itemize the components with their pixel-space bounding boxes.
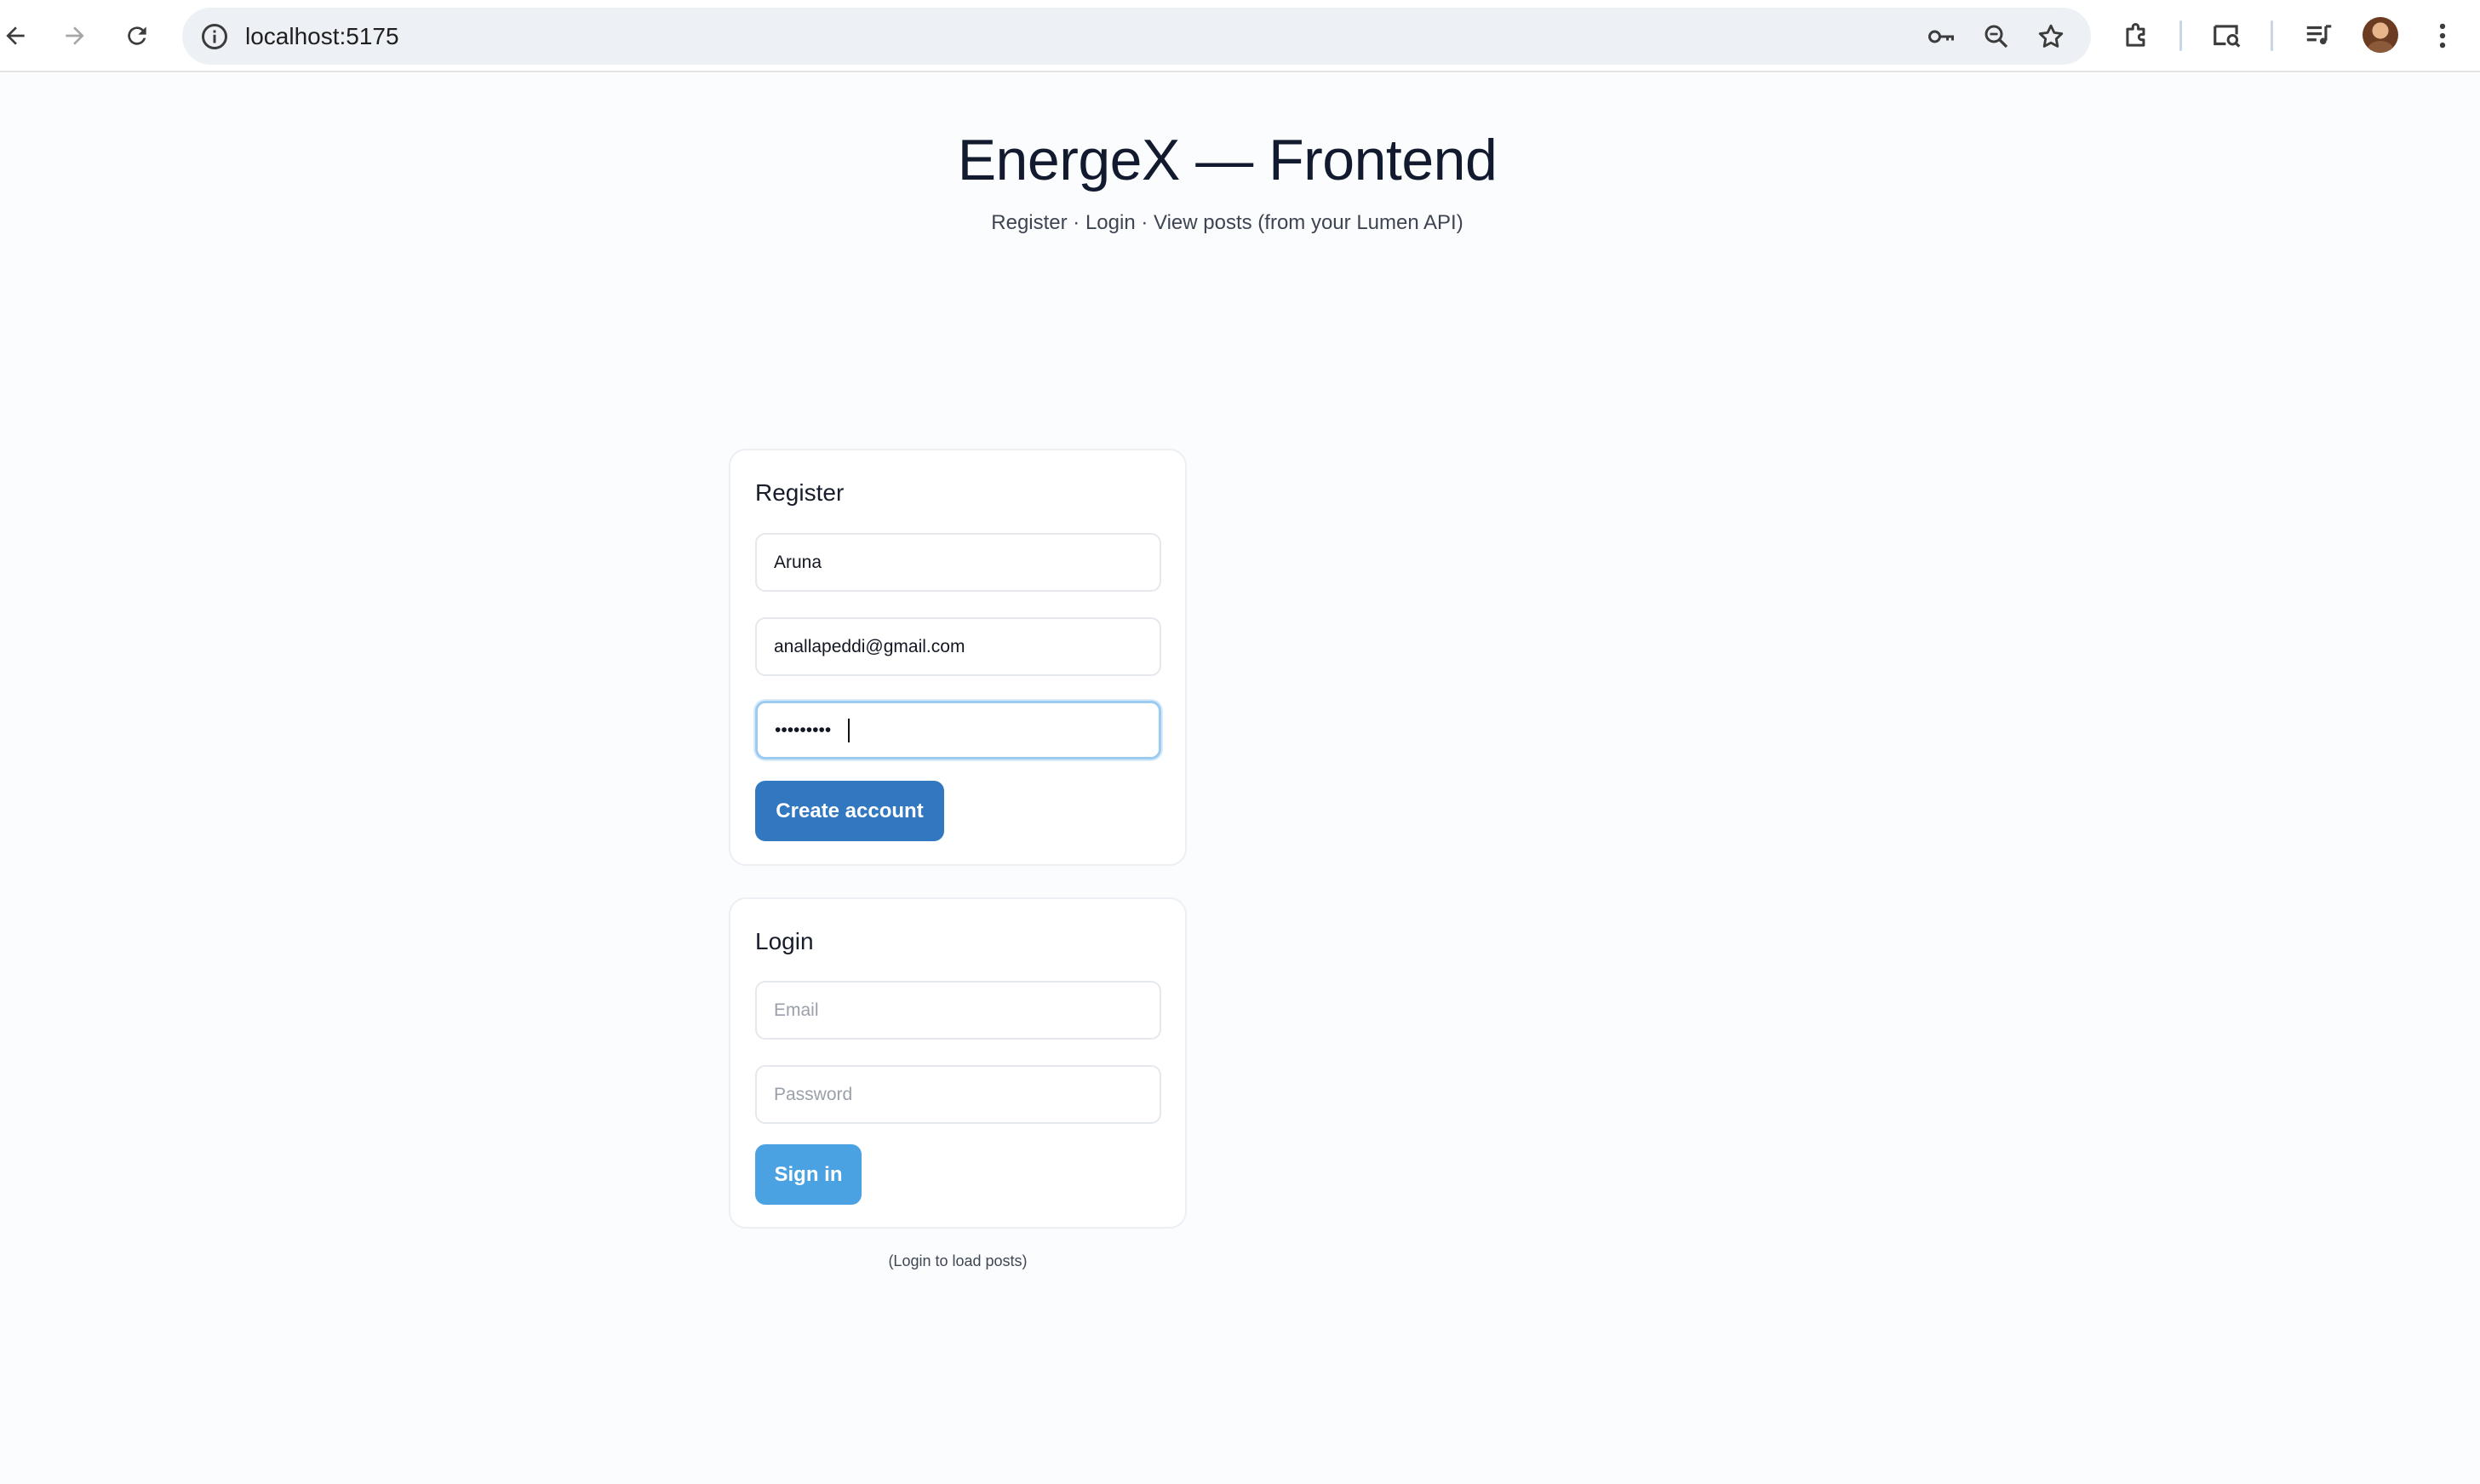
page-subtitle: Register · Login · View posts (from your…: [991, 211, 1463, 234]
kebab-menu-icon[interactable]: [2424, 17, 2461, 54]
site-info-icon[interactable]: [199, 21, 230, 52]
profile-avatar[interactable]: [2363, 17, 2398, 53]
register-heading: Register: [755, 479, 845, 506]
url-text[interactable]: localhost:5175: [245, 8, 399, 65]
browser-toolbar: localhost:5175: [0, 0, 2480, 72]
register-password-field[interactable]: [755, 701, 1161, 759]
page-title: EnergeX — Frontend: [957, 128, 1498, 192]
register-card: Register Create account: [729, 449, 1187, 866]
login-card: Login Sign in: [729, 897, 1187, 1229]
register-name-field[interactable]: [755, 533, 1161, 592]
tab-search-icon[interactable]: [2208, 17, 2246, 54]
address-bar[interactable]: localhost:5175: [182, 8, 2091, 65]
sign-in-button[interactable]: Sign in: [755, 1144, 862, 1205]
extensions-icon[interactable]: [2118, 17, 2156, 54]
login-email-field[interactable]: [755, 981, 1161, 1040]
media-controls-icon[interactable]: [2300, 17, 2338, 54]
bookmark-star-icon[interactable]: [2035, 20, 2067, 53]
zoom-icon[interactable]: [1980, 20, 2013, 53]
login-heading: Login: [755, 928, 814, 954]
toolbar-divider: [2271, 20, 2273, 51]
create-account-button[interactable]: Create account: [755, 781, 944, 841]
toolbar-divider: [2179, 20, 2182, 51]
login-password-field[interactable]: [755, 1065, 1161, 1124]
reload-icon[interactable]: [117, 15, 158, 56]
text-caret: [848, 719, 850, 742]
forward-icon[interactable]: [54, 15, 95, 56]
page-content: EnergeX — Frontend Register · Login · Vi…: [0, 74, 2480, 1484]
posts-status-text: (Login to load posts): [888, 1252, 1028, 1269]
register-email-field[interactable]: [755, 617, 1161, 676]
password-key-icon[interactable]: [1925, 20, 1957, 53]
back-icon[interactable]: [0, 15, 36, 56]
